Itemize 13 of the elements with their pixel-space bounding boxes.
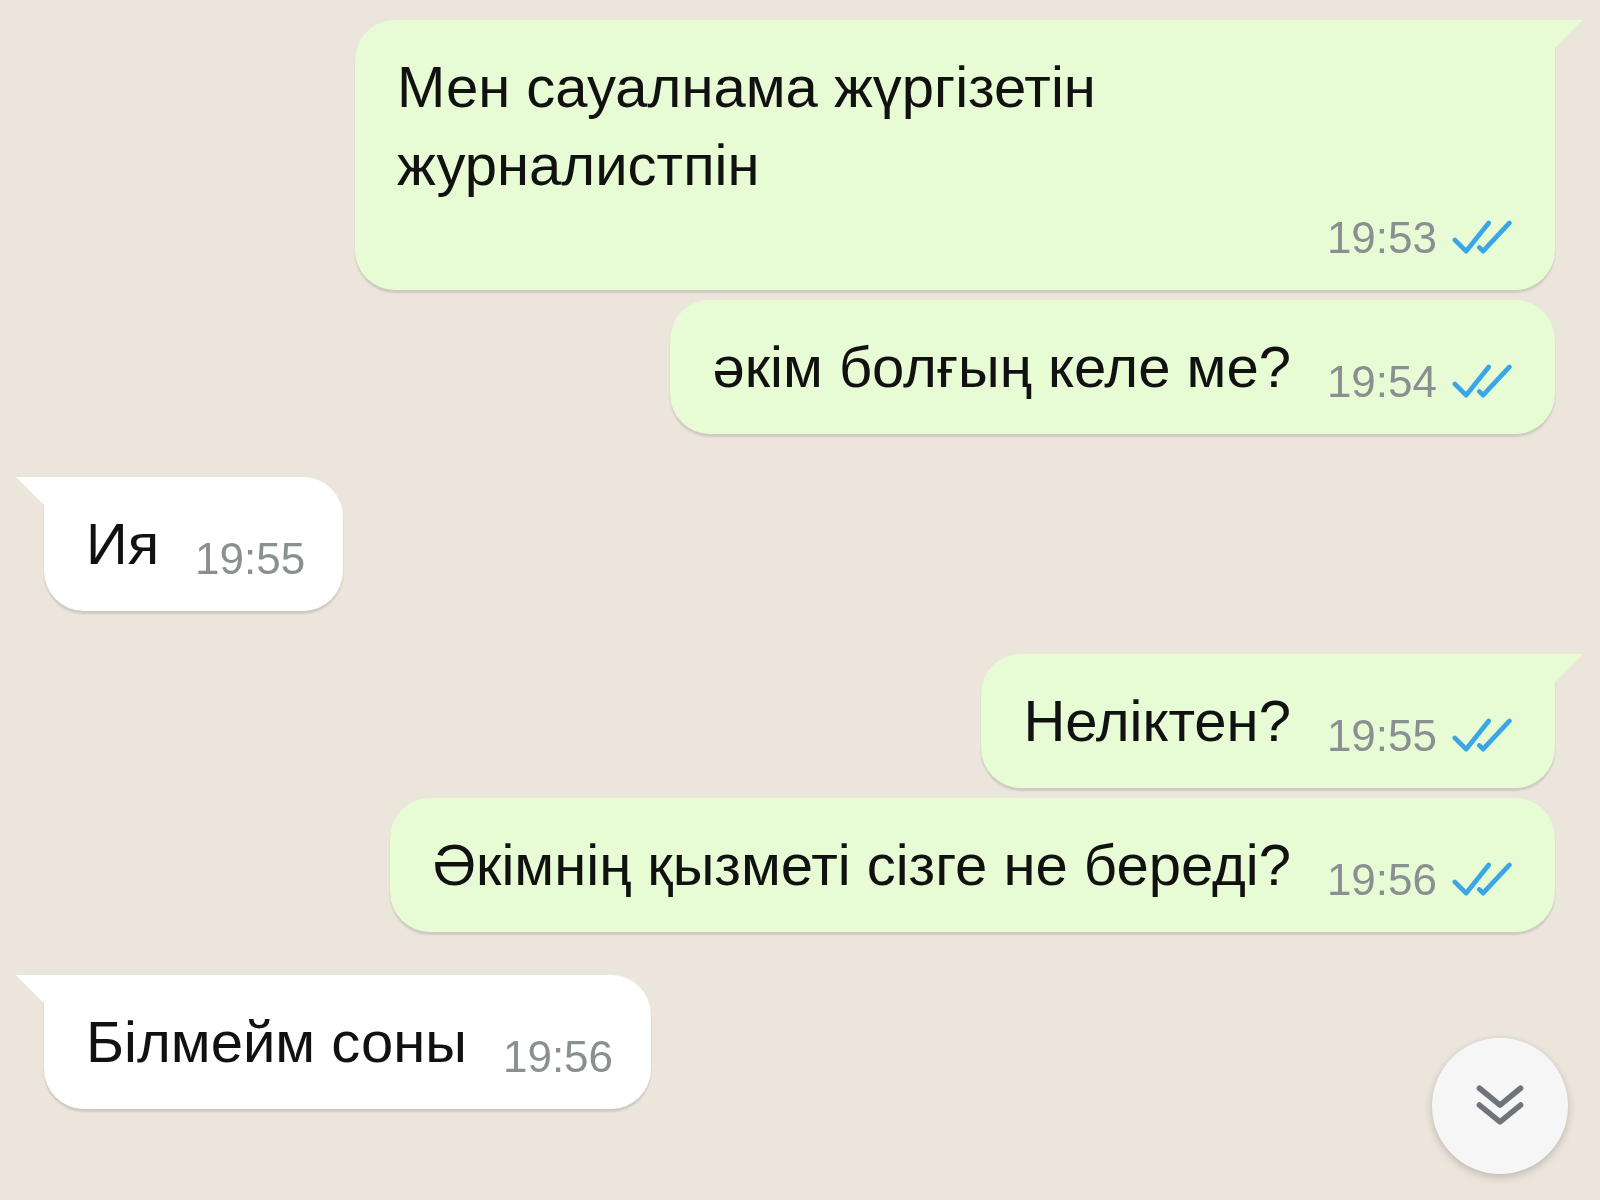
message-time: 19:56 bbox=[502, 1031, 614, 1083]
message-time: 19:55 bbox=[195, 533, 306, 585]
message-time: 19:53 bbox=[1326, 212, 1437, 264]
message-text: Білмейм соны bbox=[86, 1008, 467, 1076]
message-time: 19:54 bbox=[1326, 356, 1437, 408]
message-text: Неліктен? bbox=[1023, 687, 1291, 755]
message-text: әкім болғың келе ме? bbox=[712, 333, 1291, 401]
message-text: Мен сауалнама жүргізетін журналистпін bbox=[397, 53, 1097, 199]
message-time: 19:55 bbox=[1326, 710, 1437, 762]
message-text: Ия bbox=[86, 510, 160, 578]
scroll-down-button[interactable] bbox=[1432, 1038, 1568, 1174]
message-time: 19:56 bbox=[1326, 854, 1437, 906]
message-text: Әкімнің қызметі сізге не береді? bbox=[432, 831, 1291, 899]
